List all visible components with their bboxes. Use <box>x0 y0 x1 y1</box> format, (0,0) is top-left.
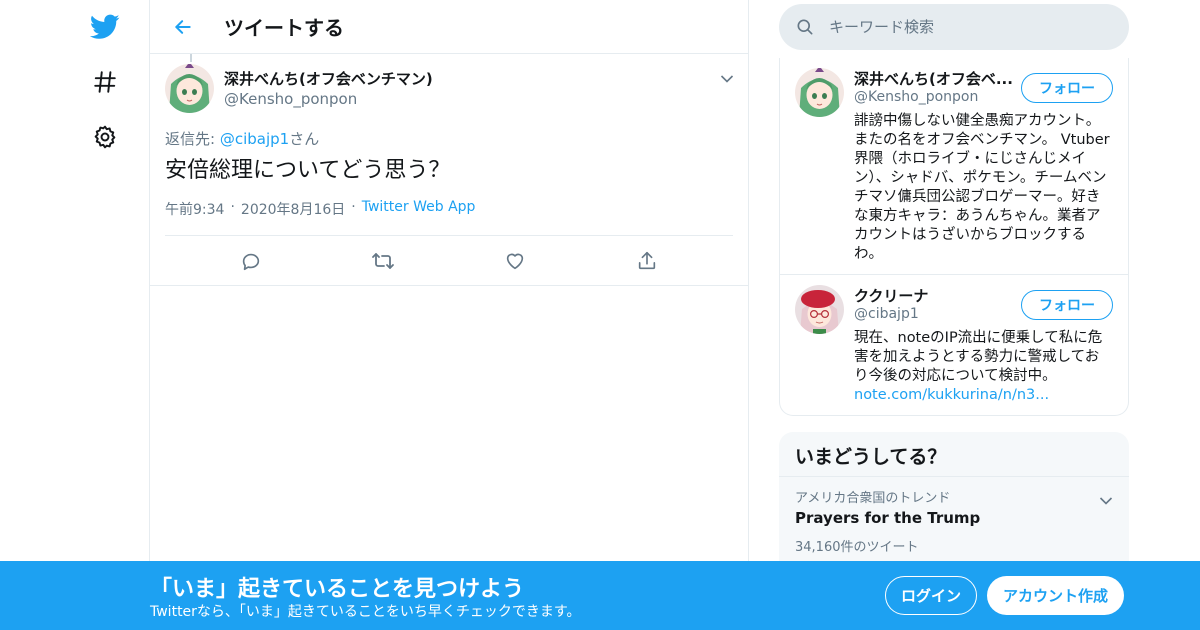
author-handle[interactable]: @Kensho_ponpon <box>224 90 433 108</box>
banner-subtitle: Twitterなら、「いま」起きていることをいち早くチェックできます。 <box>150 604 581 620</box>
user-name[interactable]: ククリーナ <box>854 285 1019 306</box>
left-nav <box>0 0 150 630</box>
trend-category: アメリカ合衆国のトレンド <box>795 491 951 506</box>
follow-button[interactable]: フォロー <box>1021 290 1113 320</box>
avatar[interactable] <box>795 285 844 334</box>
tweet-actions <box>165 235 733 285</box>
reply-to-link[interactable]: @cibajp1 <box>220 130 289 148</box>
reply-icon[interactable] <box>234 244 268 278</box>
avatar[interactable] <box>165 64 214 113</box>
reply-suffix: さん <box>289 130 320 148</box>
back-button[interactable] <box>168 12 198 42</box>
user-link[interactable]: note.com/kukkurina/n/n3... <box>854 386 1113 405</box>
tweet: 深井べんち(オフ会ベンチマン) @Kensho_ponpon 返信先: @cib… <box>150 54 748 286</box>
trend-count: 34,160件のツイート <box>795 540 919 555</box>
search-box[interactable] <box>779 4 1129 50</box>
tweet-text: 安倍総理についてどう思う？ <box>165 158 451 183</box>
search-icon <box>797 19 813 35</box>
hashtag-icon[interactable] <box>90 67 120 97</box>
follow-button[interactable]: フォロー <box>1021 73 1113 103</box>
arrow-left-icon <box>175 19 191 34</box>
trend-name[interactable]: Prayers for the Trump <box>795 509 1113 527</box>
chevron-down-icon[interactable] <box>1099 491 1113 510</box>
login-button[interactable]: ログイン <box>885 576 977 615</box>
meta-separator: · <box>351 199 356 215</box>
retweet-icon[interactable] <box>366 244 400 278</box>
main-column: ツイートする 深井べんち(オフ会ベンチマン) @Kensho_ponpon 返信… <box>149 0 749 630</box>
page-title: ツイートする <box>224 16 344 40</box>
banner-title: 「いま」起きていることを見つけよう <box>150 577 525 602</box>
related-users: 深井べんち(オフ会ベ... @Kensho_ponpon 誹謗中傷しない健全愚痴… <box>779 58 1129 416</box>
thread-line <box>190 54 192 62</box>
tweet-author[interactable]: 深井べんち(オフ会ベンチマン) @Kensho_ponpon <box>165 54 733 113</box>
twitter-bird-icon[interactable] <box>90 12 120 42</box>
trends-panel: いまどうしてる？ アメリカ合衆国のトレンド Prayers for the Tr… <box>779 432 1129 582</box>
signup-button[interactable]: アカウント作成 <box>987 576 1124 615</box>
avatar[interactable] <box>795 68 844 117</box>
user-bio: 誹謗中傷しない健全愚痴アカウント。またの名をオフ会ベンチマン。 Vtuber界隈… <box>854 113 1110 262</box>
meta-separator: · <box>230 199 235 215</box>
tweet-source[interactable]: Twitter Web App <box>362 199 476 219</box>
right-sidebar: 深井べんち(オフ会ベ... @Kensho_ponpon 誹謗中傷しない健全愚痴… <box>779 0 1129 630</box>
trends-title: いまどうしてる？ <box>779 432 1129 477</box>
search-input[interactable] <box>829 18 1089 36</box>
user-card[interactable]: 深井べんち(オフ会ベ... @Kensho_ponpon 誹謗中傷しない健全愚痴… <box>780 58 1128 275</box>
share-icon[interactable] <box>630 244 664 278</box>
tweet-time[interactable]: 午前9:34 <box>165 199 224 219</box>
tweet-date[interactable]: 2020年8月16日 <box>241 199 345 219</box>
main-header: ツイートする <box>150 0 748 54</box>
user-card[interactable]: ククリーナ @cibajp1 現在、noteのIP流出に便乗して私に危害を加えよ… <box>780 275 1128 415</box>
chevron-down-icon[interactable] <box>720 69 734 88</box>
heart-icon[interactable] <box>498 244 532 278</box>
reply-to: 返信先: @cibajp1さん <box>165 128 733 149</box>
user-name[interactable]: 深井べんち(オフ会ベ... <box>854 68 1019 89</box>
gear-icon[interactable] <box>90 122 120 152</box>
reply-prefix: 返信先: <box>165 130 220 148</box>
tweet-meta: 午前9:34 · 2020年8月16日 · Twitter Web App <box>165 199 733 219</box>
user-bio: 現在、noteのIP流出に便乗して私に危害を加えようとする勢力に警戒しており今後… <box>854 330 1103 384</box>
author-name[interactable]: 深井べんち(オフ会ベンチマン) <box>224 68 433 89</box>
signup-banner: 「いま」起きていることを見つけよう Twitterなら、「いま」起きていることを… <box>0 561 1200 630</box>
trend-item[interactable]: アメリカ合衆国のトレンド Prayers for the Trump 34,16… <box>779 477 1129 565</box>
